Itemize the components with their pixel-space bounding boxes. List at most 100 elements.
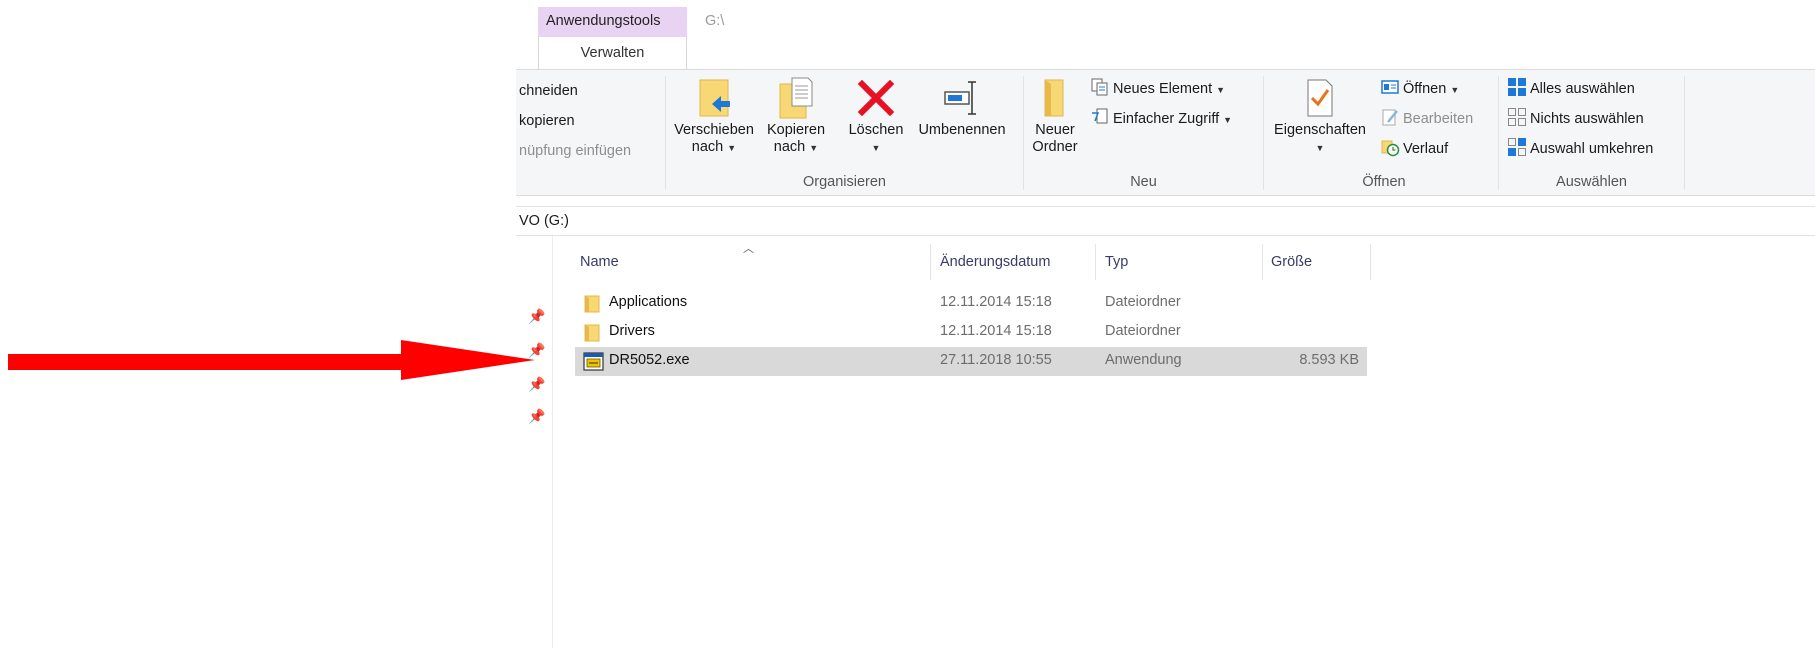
group-label-open: Öffnen xyxy=(1362,174,1406,190)
pin-icon[interactable]: 📌 xyxy=(528,408,545,425)
select-all-icon xyxy=(1508,78,1526,96)
paste-shortcut-button[interactable]: nüpfung einfügen xyxy=(519,143,631,159)
history-button[interactable]: Verlauf xyxy=(1380,137,1448,157)
ribbon-separator xyxy=(1684,76,1685,190)
easy-access-label: Einfacher Zugriff xyxy=(1113,111,1220,127)
new-folder-label-1: Neuer xyxy=(1035,122,1075,138)
select-none-label: Nichts auswählen xyxy=(1530,111,1644,127)
rename-icon xyxy=(944,81,976,115)
copy-path-button[interactable]: kopieren xyxy=(519,113,575,129)
dropdown-caret-icon: ▼ xyxy=(727,143,737,153)
file-type: Anwendung xyxy=(1105,352,1182,368)
open-label: Öffnen xyxy=(1403,81,1447,97)
column-divider[interactable] xyxy=(1262,244,1263,280)
column-divider[interactable] xyxy=(1370,244,1371,280)
copy-to-label-1: Kopieren xyxy=(766,122,826,138)
new-item-button[interactable]: Neues Element ▼ xyxy=(1090,77,1225,97)
file-name: Applications xyxy=(609,294,688,310)
open-button[interactable]: Öffnen ▼ xyxy=(1380,77,1459,97)
tab-verwalten[interactable]: Verwalten xyxy=(538,37,687,70)
move-to-button[interactable]: Verschieben nach ▼ xyxy=(673,76,755,157)
file-row-dr5052-exe[interactable]: DR5052.exe 27.11.2018 10:55 Anwendung 8.… xyxy=(575,347,1367,376)
new-item-label: Neues Element xyxy=(1113,81,1213,97)
properties-button[interactable]: Eigenschaften ▼ xyxy=(1268,76,1372,157)
dropdown-caret-icon: ▼ xyxy=(809,143,819,153)
properties-label: Eigenschaften xyxy=(1274,122,1366,138)
column-divider[interactable] xyxy=(1095,244,1096,280)
easy-access-icon xyxy=(1092,108,1108,124)
file-row-applications[interactable]: Applications 12.11.2014 15:18 Dateiordne… xyxy=(575,289,1367,318)
tab-verwalten-label: Verwalten xyxy=(580,45,645,61)
navigation-pane-border xyxy=(552,236,553,648)
file-name: Drivers xyxy=(609,323,655,339)
file-date: 12.11.2014 15:18 xyxy=(940,294,1052,310)
select-none-button[interactable]: Nichts auswählen xyxy=(1507,107,1644,127)
pin-icon[interactable]: 📌 xyxy=(528,308,545,325)
window-title-path: G:\ xyxy=(705,13,725,29)
file-name: DR5052.exe xyxy=(609,352,690,368)
copy-to-icon xyxy=(779,77,813,119)
dropdown-caret-icon: ▼ xyxy=(1223,115,1233,125)
rename-button[interactable]: Umbenennen xyxy=(914,76,1010,139)
ribbon-separator xyxy=(665,76,666,190)
address-bar[interactable]: VO (G:) xyxy=(516,206,1815,236)
edit-icon xyxy=(1382,109,1398,126)
group-label-select: Auswählen xyxy=(1556,174,1627,190)
dropdown-caret-icon: ▼ xyxy=(871,143,881,153)
select-none-icon xyxy=(1508,108,1526,126)
dropdown-caret-icon: ▼ xyxy=(1216,85,1226,95)
column-header-size[interactable]: Größe xyxy=(1271,254,1312,270)
move-to-label-2: nach xyxy=(691,139,724,155)
file-type: Dateiordner xyxy=(1105,323,1181,339)
history-icon xyxy=(1381,140,1400,157)
dropdown-caret-icon: ▼ xyxy=(1315,143,1325,153)
ribbon-separator xyxy=(1498,76,1499,190)
file-size: 8.593 KB xyxy=(1299,352,1359,368)
easy-access-button[interactable]: Einfacher Zugriff ▼ xyxy=(1090,107,1232,127)
context-tab-anwendungstools[interactable]: Anwendungstools xyxy=(538,7,687,38)
folder-icon xyxy=(584,324,600,342)
open-icon xyxy=(1381,80,1399,94)
edit-label: Bearbeiten xyxy=(1403,111,1474,127)
column-header-date[interactable]: Änderungsdatum xyxy=(940,254,1050,270)
file-date: 27.11.2018 10:55 xyxy=(940,352,1052,368)
cut-button[interactable]: chneiden xyxy=(519,83,578,99)
red-arrow xyxy=(8,340,535,380)
edit-button[interactable]: Bearbeiten xyxy=(1380,107,1473,127)
select-all-button[interactable]: Alles auswählen xyxy=(1507,77,1635,97)
move-to-icon xyxy=(699,79,730,117)
properties-icon xyxy=(1307,79,1333,117)
file-date: 12.11.2014 15:18 xyxy=(940,323,1052,339)
address-bar-text: VO (G:) xyxy=(519,213,569,229)
rename-label: Umbenennen xyxy=(918,122,1006,138)
file-type: Dateiordner xyxy=(1105,294,1181,310)
application-icon xyxy=(583,352,604,371)
group-label-organize: Organisieren xyxy=(802,174,886,190)
file-row-drivers[interactable]: Drivers 12.11.2014 15:18 Dateiordner xyxy=(575,318,1367,347)
column-header-type[interactable]: Typ xyxy=(1105,254,1128,270)
ribbon-separator xyxy=(1023,76,1024,190)
context-tab-label: Anwendungstools xyxy=(546,13,661,29)
delete-button[interactable]: Löschen ▼ xyxy=(847,76,905,157)
copy-to-button[interactable]: Kopieren nach ▼ xyxy=(763,76,829,157)
ribbon-separator xyxy=(1263,76,1264,190)
column-divider[interactable] xyxy=(930,244,931,280)
history-label: Verlauf xyxy=(1403,141,1449,157)
group-label-new: Neu xyxy=(1130,174,1157,190)
new-folder-label-2: Ordner xyxy=(1032,139,1078,155)
copy-to-label-2: nach xyxy=(773,139,806,155)
invert-selection-button[interactable]: Auswahl umkehren xyxy=(1507,137,1653,157)
delete-x-icon xyxy=(857,79,895,117)
dropdown-caret-icon: ▼ xyxy=(1450,85,1460,95)
column-header-name[interactable]: Name xyxy=(580,254,619,270)
sort-ascending-icon: ︿ xyxy=(743,243,754,255)
ribbon: chneiden kopieren nüpfung einfügen Versc… xyxy=(516,69,1815,196)
new-folder-button[interactable]: Neuer Ordner xyxy=(1028,76,1082,156)
delete-label: Löschen xyxy=(848,122,904,138)
invert-selection-label: Auswahl umkehren xyxy=(1530,141,1654,157)
move-to-label-1: Verschieben xyxy=(674,122,754,138)
folder-icon xyxy=(584,295,600,313)
invert-selection-icon xyxy=(1508,138,1526,156)
new-item-icon xyxy=(1091,78,1108,96)
new-folder-icon xyxy=(1044,79,1064,117)
